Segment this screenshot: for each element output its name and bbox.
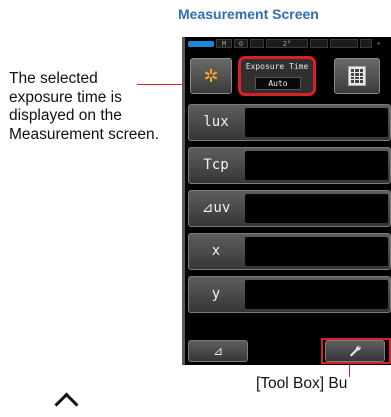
- status-bar: M 0 2° ▪: [185, 38, 391, 49]
- measurement-row-lux[interactable]: lux: [188, 104, 391, 141]
- mode-number: 0: [234, 39, 248, 48]
- row-value-field: [245, 108, 388, 137]
- tool-box-caption: [Tool Box] Bu: [256, 375, 348, 392]
- row-value-field: [245, 280, 388, 309]
- top-row: ✲ Exposure Time Auto: [188, 53, 391, 97]
- battery-icon: [188, 40, 214, 47]
- light-source-button[interactable]: ✲: [190, 58, 232, 94]
- angle-indicator: 2°: [266, 39, 308, 48]
- status-cell: [310, 39, 328, 48]
- row-value-field: [245, 151, 388, 180]
- device-screen: M 0 2° ▪ ✲ Exposure Time Auto lux Tcp ⊿u…: [182, 37, 391, 365]
- callout-text: The selected exposure time is displayed …: [9, 70, 159, 143]
- measurement-row-y[interactable]: y: [188, 276, 391, 313]
- row-label: x: [211, 243, 221, 259]
- measurement-row-x[interactable]: x: [188, 233, 391, 270]
- tool-box-highlight: [321, 338, 391, 364]
- keypad-icon: [348, 66, 366, 86]
- status-cell: [360, 39, 372, 48]
- sensor-indicator-icon: [330, 39, 358, 48]
- exposure-time-title: Exposure Time: [245, 62, 309, 71]
- row-label: y: [211, 286, 221, 302]
- pointer-arrow-icon: [54, 392, 79, 417]
- row-label: lux: [203, 114, 229, 130]
- mode-letter: M: [216, 39, 232, 48]
- measurement-row-tcp[interactable]: Tcp: [188, 147, 391, 184]
- toolbox-leader-line: [349, 365, 350, 377]
- bottom-bar: ⊿: [188, 338, 391, 364]
- page-heading: Measurement Screen: [178, 6, 319, 22]
- row-label: Tcp: [203, 157, 229, 173]
- exposure-time-value: Auto: [255, 77, 301, 90]
- memory-icon: ▪: [377, 39, 380, 48]
- row-value-field: [245, 237, 388, 266]
- row-label: ⊿uv: [201, 200, 231, 216]
- status-cell: [250, 39, 264, 48]
- exposure-time-button[interactable]: Exposure Time Auto: [238, 56, 316, 96]
- measurement-row-duv[interactable]: ⊿uv: [188, 190, 391, 227]
- row-value-field: [245, 194, 388, 223]
- sun-icon: ✲: [203, 66, 219, 86]
- measurement-rows: lux Tcp ⊿uv x y: [188, 104, 391, 319]
- delta-button[interactable]: ⊿: [188, 340, 248, 362]
- measurement-mode-button[interactable]: [334, 58, 380, 94]
